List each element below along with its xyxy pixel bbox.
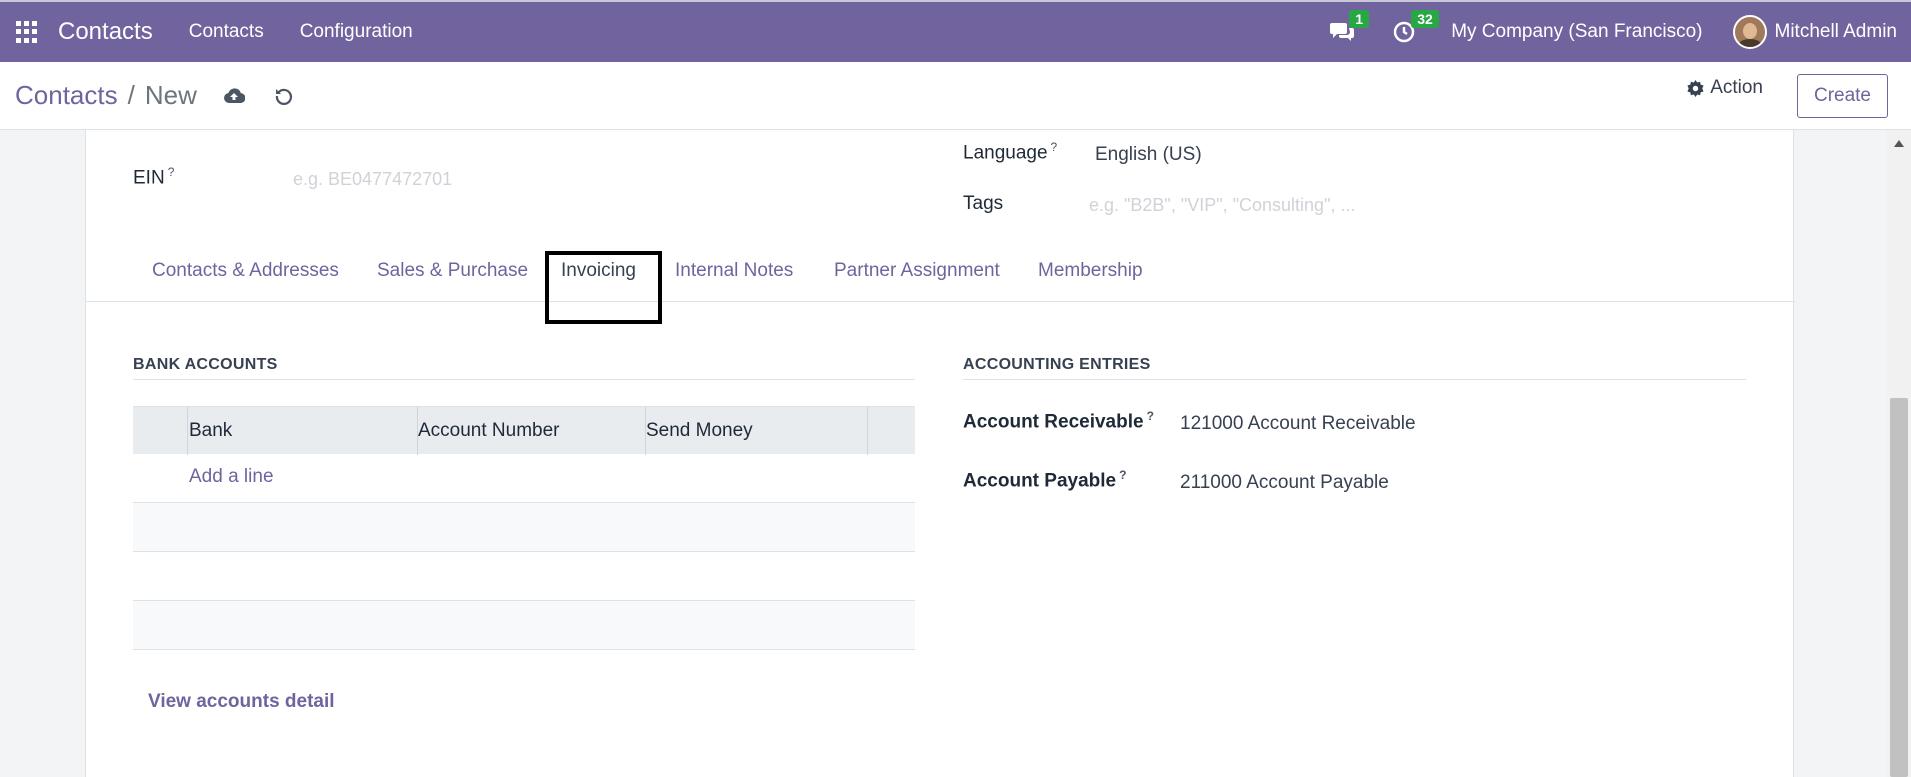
- app-brand[interactable]: Contacts: [58, 18, 153, 46]
- help-mark: ?: [1050, 140, 1058, 154]
- table-row: [133, 601, 915, 650]
- activities-icon[interactable]: 32: [1389, 10, 1439, 46]
- table-row: [133, 503, 915, 552]
- table-row: [133, 552, 915, 601]
- accounting-entries-divider: [963, 379, 1746, 380]
- save-cloud-icon[interactable]: [221, 83, 247, 109]
- language-select[interactable]: English (US): [1095, 144, 1202, 166]
- account-payable-field[interactable]: 211000 Account Payable: [1180, 472, 1389, 494]
- user-menu[interactable]: Mitchell Admin: [1775, 21, 1898, 43]
- help-mark: ?: [167, 165, 175, 179]
- accounting-entries-title: ACCOUNTING ENTRIES: [963, 356, 1151, 373]
- action-button[interactable]: Action: [1687, 77, 1763, 99]
- breadcrumb: Contacts / New: [15, 80, 197, 111]
- gear-icon: [1687, 79, 1704, 97]
- tab-sales-purchase[interactable]: Sales & Purchase: [377, 260, 528, 282]
- tab-partner-assignment[interactable]: Partner Assignment: [834, 260, 1000, 282]
- menu-contacts[interactable]: Contacts: [189, 21, 264, 43]
- account-receivable-field[interactable]: 121000 Account Receivable: [1180, 413, 1416, 435]
- company-switcher[interactable]: My Company (San Francisco): [1451, 21, 1702, 43]
- help-mark: ?: [1146, 409, 1154, 423]
- column-send-money[interactable]: Send Money: [646, 420, 753, 442]
- activities-badge: 32: [1411, 10, 1439, 28]
- account-receivable-label: Account Receivable?: [963, 409, 1154, 433]
- tab-membership[interactable]: Membership: [1038, 260, 1143, 282]
- create-button[interactable]: Create: [1796, 74, 1888, 118]
- add-line-link[interactable]: Add a line: [189, 466, 274, 488]
- account-payable-label: Account Payable?: [963, 468, 1127, 492]
- tags-label: Tags: [963, 193, 1004, 214]
- messages-icon[interactable]: 1: [1327, 10, 1369, 46]
- action-label: Action: [1710, 77, 1763, 98]
- ein-label: EIN?: [133, 165, 175, 189]
- breadcrumb-current: New: [144, 80, 197, 110]
- column-bank[interactable]: Bank: [189, 420, 232, 442]
- language-label: Language?: [963, 140, 1058, 164]
- discard-icon[interactable]: [271, 83, 297, 109]
- table-row: Add a line: [133, 454, 915, 503]
- bank-accounts-table: Bank Account Number Send Money Add a lin…: [133, 406, 915, 650]
- tab-contacts-addresses[interactable]: Contacts & Addresses: [152, 260, 339, 282]
- menu-configuration[interactable]: Configuration: [300, 21, 413, 43]
- messages-badge: 1: [1349, 10, 1369, 28]
- scroll-thumb[interactable]: [1890, 398, 1908, 777]
- notebook-tabs: Contacts & Addresses Sales & Purchase In…: [86, 250, 1795, 302]
- bank-accounts-title: BANK ACCOUNTS: [133, 356, 278, 373]
- page-scrollbar[interactable]: [1887, 130, 1911, 777]
- breadcrumb-parent[interactable]: Contacts: [15, 80, 118, 111]
- table-header: Bank Account Number Send Money: [133, 406, 915, 455]
- top-navbar: Contacts Contacts Configuration 1 32 My …: [0, 0, 1911, 62]
- bank-accounts-divider: [133, 379, 915, 380]
- scroll-up-arrow[interactable]: [1894, 140, 1904, 147]
- help-mark: ?: [1119, 468, 1127, 482]
- tab-internal-notes[interactable]: Internal Notes: [675, 260, 793, 282]
- tab-highlight-box: [545, 251, 662, 324]
- ein-input[interactable]: e.g. BE0477472701: [293, 169, 452, 190]
- view-accounts-detail-link[interactable]: View accounts detail: [148, 691, 335, 713]
- user-avatar[interactable]: [1732, 15, 1767, 49]
- breadcrumb-separator: /: [127, 80, 135, 110]
- tags-input[interactable]: e.g. "B2B", "VIP", "Consulting", ...: [1089, 195, 1355, 216]
- form-sheet: EIN? e.g. BE0477472701 Language? English…: [85, 130, 1795, 777]
- apps-menu-icon[interactable]: [16, 21, 38, 43]
- control-panel: Contacts / New Action Create: [0, 62, 1911, 130]
- column-account-number[interactable]: Account Number: [418, 420, 560, 442]
